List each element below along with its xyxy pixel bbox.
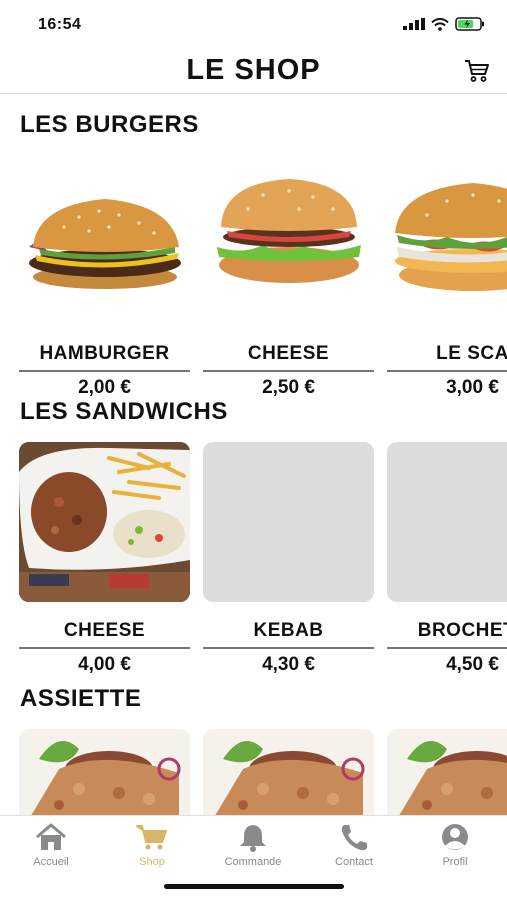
status-icons [403, 17, 485, 31]
product-card-assiette[interactable] [387, 729, 507, 815]
product-price: 4,30 € [262, 654, 315, 675]
status-bar: 16:54 [0, 0, 507, 48]
tab-profil[interactable]: Profil [410, 822, 500, 868]
home-indicator[interactable] [164, 884, 344, 889]
product-price: 2,50 € [262, 377, 315, 398]
product-name: CHEESE [19, 620, 190, 649]
battery-icon [455, 17, 484, 31]
product-card-cheese[interactable]: CHEESE 2,50 € [203, 165, 374, 399]
image-placeholder [387, 442, 507, 602]
product-price: 4,50 € [446, 654, 499, 675]
product-card-assiette[interactable] [19, 729, 190, 815]
phone-icon [341, 825, 367, 851]
cheeseburger-photo [203, 165, 374, 325]
section-title-burgers: LES BURGERS [20, 111, 199, 138]
tab-shop[interactable]: Shop [107, 822, 197, 868]
product-price: 4,00 € [78, 654, 131, 675]
sandwichs-row[interactable]: CHEESE 4,00 € KEBAB 4,30 € BROCHETT 4,50… [19, 442, 507, 676]
kebab-plate-photo [19, 442, 190, 602]
tab-commande[interactable]: Commande [208, 822, 298, 868]
tab-label: Commande [224, 856, 282, 868]
tab-label: Shop [139, 856, 165, 868]
product-card-assiette[interactable] [203, 729, 374, 815]
tab-label: Accueil [33, 856, 69, 868]
product-card-brochett[interactable]: BROCHETT 4,50 € [387, 442, 507, 676]
assiette-row[interactable] [19, 729, 507, 815]
product-price: 3,00 € [446, 377, 499, 398]
product-card-cheese-sandwich[interactable]: CHEESE 4,00 € [19, 442, 190, 676]
status-time: 16:54 [38, 16, 82, 33]
wifi-icon [431, 17, 449, 31]
burgers-row[interactable]: HAMBURGER 2,00 € CHEESE 2,50 € LE SCA 3,… [19, 165, 507, 399]
product-name: HAMBURGER [19, 343, 190, 372]
assiette-photo [203, 729, 374, 815]
product-name: CHEESE [203, 343, 374, 372]
hamburger-photo [19, 165, 190, 325]
product-name: LE SCA [387, 343, 507, 372]
assiette-photo [19, 729, 190, 815]
section-title-assiette: ASSIETTE [20, 685, 142, 712]
app-header: LE SHOP [0, 48, 507, 94]
page-title: LE SHOP [186, 54, 321, 86]
chicken-burger-photo [387, 165, 507, 325]
product-card-le-sca[interactable]: LE SCA 3,00 € [387, 165, 507, 399]
product-card-hamburger[interactable]: HAMBURGER 2,00 € [19, 165, 190, 399]
tab-contact[interactable]: Contact [309, 822, 399, 868]
product-price: 2,00 € [78, 377, 131, 398]
product-card-kebab[interactable]: KEBAB 4,30 € [203, 442, 374, 676]
app-screen: 16:54 LE SHOP LES BURGERS HAMBURGER 2,00… [0, 0, 507, 900]
image-placeholder [203, 442, 374, 602]
section-title-sandwichs: LES SANDWICHS [20, 398, 228, 425]
profile-icon [442, 824, 468, 850]
tab-label: Contact [335, 856, 373, 868]
signal-icon [403, 18, 425, 30]
cart-icon[interactable] [463, 58, 491, 84]
product-name: KEBAB [203, 620, 374, 649]
shop-content[interactable]: LES BURGERS HAMBURGER 2,00 € CHEESE 2,50… [0, 95, 507, 815]
bell-icon [240, 825, 266, 852]
assiette-photo [387, 729, 507, 815]
tab-accueil[interactable]: Accueil [6, 822, 96, 868]
cart-icon [136, 825, 167, 850]
tab-label: Profil [442, 856, 468, 868]
product-name: BROCHETT [387, 620, 507, 649]
home-icon [36, 823, 66, 850]
